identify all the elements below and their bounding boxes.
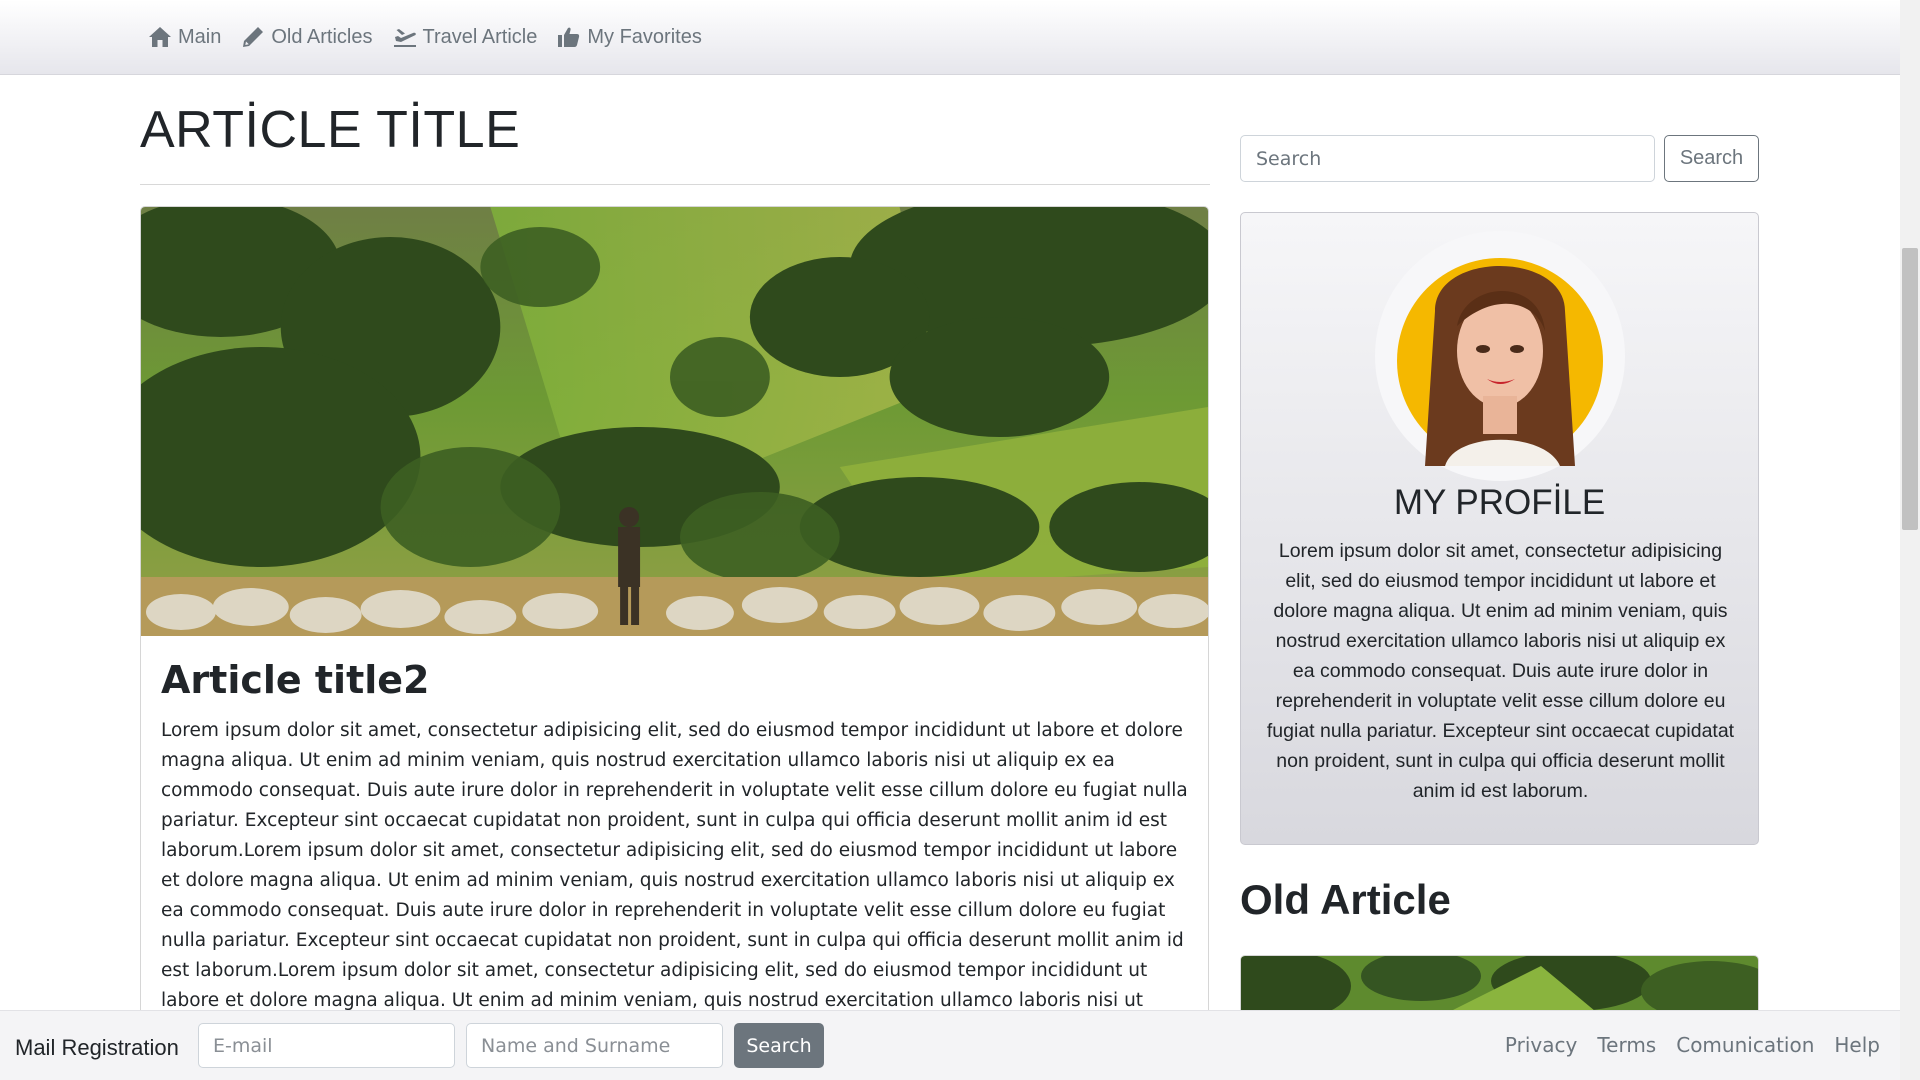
home-icon xyxy=(149,27,171,47)
nav-item-travel-article[interactable]: Travel Article xyxy=(393,25,538,49)
nav-item-label: Main xyxy=(178,25,222,48)
footer-link-comunication[interactable]: Comunication xyxy=(1676,1033,1814,1057)
pasture-with-shepherd-and-sheep-image xyxy=(141,207,1208,636)
name-surname-field[interactable] xyxy=(466,1023,723,1068)
nav-item-label: Old Articles xyxy=(271,25,373,48)
profile-title: MY PROFİLE xyxy=(1393,483,1606,522)
old-article-card[interactable] xyxy=(1240,955,1759,1015)
page-title: ARTİCLE TİTLE xyxy=(140,101,521,159)
footer-link-help[interactable]: Help xyxy=(1834,1033,1880,1057)
divider xyxy=(140,184,1210,185)
nav-item-label: Travel Article xyxy=(422,25,538,48)
scrollbar-thumb[interactable] xyxy=(1902,248,1918,530)
thumbs-up-icon xyxy=(558,27,580,47)
article-card: Article title2 Lorem ipsum dolor sit ame… xyxy=(140,206,1209,1036)
search-input[interactable] xyxy=(1240,135,1655,182)
footer-link-terms[interactable]: Terms xyxy=(1597,1033,1656,1057)
plane-icon xyxy=(393,29,416,47)
nav-item-label: My Favorites xyxy=(587,25,702,48)
footer-submit-button[interactable]: Search xyxy=(734,1023,824,1068)
nav-item-main[interactable]: Main xyxy=(148,26,221,49)
woman-portrait-avatar xyxy=(1375,231,1625,481)
scrollbar-track[interactable] xyxy=(1900,0,1920,1080)
article-heading: Article title2 xyxy=(161,658,430,702)
old-article-heading: Old Article xyxy=(1240,876,1451,923)
footer-link-privacy[interactable]: Privacy xyxy=(1505,1033,1577,1057)
profile-text: Lorem ipsum dolor sit amet, consectetur … xyxy=(1266,540,1735,802)
pencil-icon xyxy=(243,27,264,47)
footer-bar: Mail Registration Search Privacy Terms C… xyxy=(0,1010,1900,1080)
profile-card: MY PROFİLE Lorem ipsum dolor sit amet, c… xyxy=(1240,212,1759,845)
email-field[interactable] xyxy=(198,1023,455,1068)
top-navbar: Main Old Articles Travel Article My Favo… xyxy=(0,0,1900,75)
old-article-thumbnail-image xyxy=(1241,956,1758,1014)
nav-item-old-articles[interactable]: Old Articles xyxy=(241,25,373,49)
nav-item-my-favorites[interactable]: My Favorites xyxy=(557,25,702,49)
mail-registration-label: Mail Registration xyxy=(15,1035,179,1060)
article-text: Lorem ipsum dolor sit amet, consectetur … xyxy=(161,720,1188,1035)
search-button[interactable]: Search xyxy=(1664,135,1759,182)
footer-links: Privacy Terms Comunication Help xyxy=(1505,1033,1880,1057)
